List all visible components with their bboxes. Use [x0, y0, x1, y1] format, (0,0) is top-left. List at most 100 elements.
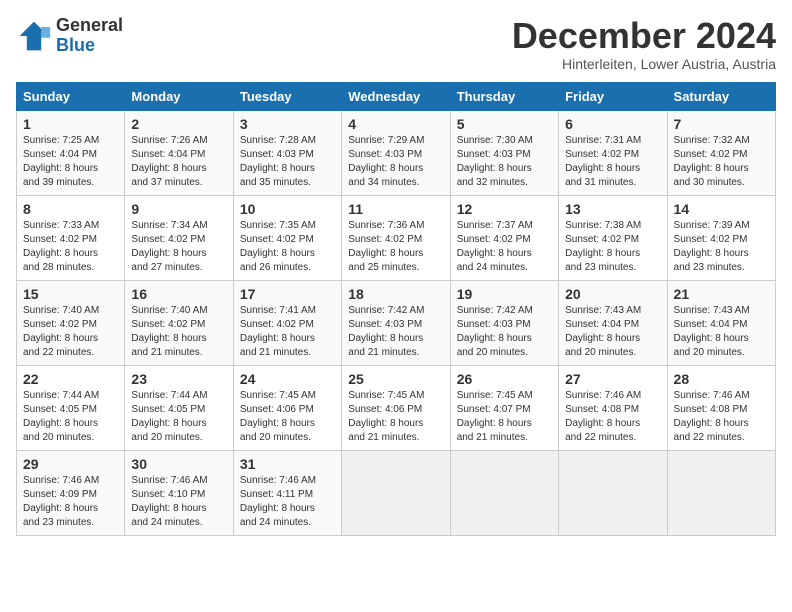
day-cell-28: 28 Sunrise: 7:46 AMSunset: 4:08 PMDayligh…	[667, 365, 775, 450]
cell-info: Sunrise: 7:46 AMSunset: 4:10 PMDaylight:…	[131, 475, 207, 528]
week-row-2: 8 Sunrise: 7:33 AMSunset: 4:02 PMDaylight…	[17, 195, 776, 280]
month-title: December 2024	[512, 16, 776, 56]
day-number: 6	[565, 116, 660, 132]
cell-info: Sunrise: 7:43 AMSunset: 4:04 PMDaylight:…	[565, 305, 641, 358]
day-number: 21	[674, 286, 769, 302]
empty-cell	[559, 450, 667, 535]
cell-info: Sunrise: 7:40 AMSunset: 4:02 PMDaylight:…	[23, 305, 99, 358]
day-cell-5: 5Sunrise: 7:30 AMSunset: 4:03 PMDaylight…	[450, 110, 558, 195]
cell-info: Sunrise: 7:46 AMSunset: 4:11 PMDaylight:…	[240, 475, 316, 528]
day-number: 27	[565, 371, 660, 387]
page-header: General Blue December 2024 Hinterleiten,…	[16, 16, 776, 72]
day-number: 13	[565, 201, 660, 217]
day-number: 9	[131, 201, 226, 217]
cell-info: Sunrise: 7:41 AMSunset: 4:02 PMDaylight:…	[240, 305, 316, 358]
cell-info: Sunrise: 7:45 AMSunset: 4:06 PMDaylight:…	[240, 390, 316, 443]
cell-info: Sunrise: 7:45 AMSunset: 4:06 PMDaylight:…	[348, 390, 424, 443]
cell-info: Sunrise: 7:43 AMSunset: 4:04 PMDaylight:…	[674, 305, 750, 358]
empty-cell	[450, 450, 558, 535]
day-cell-21: 21 Sunrise: 7:43 AMSunset: 4:04 PMDayligh…	[667, 280, 775, 365]
day-number: 29	[23, 456, 118, 472]
location: Hinterleiten, Lower Austria, Austria	[512, 56, 776, 72]
day-number: 11	[348, 201, 443, 217]
cell-info: Sunrise: 7:33 AMSunset: 4:02 PMDaylight:…	[23, 220, 99, 273]
day-cell-1: 1 Sunrise: 7:25 AMSunset: 4:04 PMDaylight…	[17, 110, 125, 195]
day-number: 4	[348, 116, 443, 132]
day-cell-12: 12 Sunrise: 7:37 AMSunset: 4:02 PMDayligh…	[450, 195, 558, 280]
cell-info: Sunrise: 7:29 AMSunset: 4:03 PMDaylight:…	[348, 135, 424, 188]
day-cell-19: 19 Sunrise: 7:42 AMSunset: 4:03 PMDayligh…	[450, 280, 558, 365]
day-number: 12	[457, 201, 552, 217]
day-cell-2: 2Sunrise: 7:26 AMSunset: 4:04 PMDaylight…	[125, 110, 233, 195]
day-cell-27: 27 Sunrise: 7:46 AMSunset: 4:08 PMDayligh…	[559, 365, 667, 450]
day-header-tuesday: Tuesday	[233, 82, 341, 110]
title-block: December 2024 Hinterleiten, Lower Austri…	[512, 16, 776, 72]
day-cell-4: 4 Sunrise: 7:29 AMSunset: 4:03 PMDaylight…	[342, 110, 450, 195]
cell-info: Sunrise: 7:36 AMSunset: 4:02 PMDaylight:…	[348, 220, 424, 273]
day-number: 19	[457, 286, 552, 302]
calendar-table: SundayMondayTuesdayWednesdayThursdayFrid…	[16, 82, 776, 536]
day-number: 26	[457, 371, 552, 387]
day-number: 1	[23, 116, 118, 132]
day-header-saturday: Saturday	[667, 82, 775, 110]
day-cell-30: 30 Sunrise: 7:46 AMSunset: 4:10 PMDayligh…	[125, 450, 233, 535]
cell-info: Sunrise: 7:39 AMSunset: 4:02 PMDaylight:…	[674, 220, 750, 273]
cell-info: Sunrise: 7:32 AMSunset: 4:02 PMDaylight:…	[674, 135, 750, 188]
cell-info: Sunrise: 7:34 AMSunset: 4:02 PMDaylight:…	[131, 220, 207, 273]
day-number: 22	[23, 371, 118, 387]
day-cell-23: 23Sunrise: 7:44 AMSunset: 4:05 PMDayligh…	[125, 365, 233, 450]
cell-info: Sunrise: 7:28 AMSunset: 4:03 PMDaylight:…	[240, 135, 316, 188]
day-cell-11: 11 Sunrise: 7:36 AMSunset: 4:02 PMDayligh…	[342, 195, 450, 280]
cell-info: Sunrise: 7:45 AMSunset: 4:07 PMDaylight:…	[457, 390, 533, 443]
day-header-thursday: Thursday	[450, 82, 558, 110]
cell-info: Sunrise: 7:35 AMSunset: 4:02 PMDaylight:…	[240, 220, 316, 273]
day-cell-7: 7 Sunrise: 7:32 AMSunset: 4:02 PMDaylight…	[667, 110, 775, 195]
cell-info: Sunrise: 7:30 AMSunset: 4:03 PMDaylight:…	[457, 135, 533, 188]
cell-info: Sunrise: 7:42 AMSunset: 4:03 PMDaylight:…	[348, 305, 424, 358]
day-cell-24: 24 Sunrise: 7:45 AMSunset: 4:06 PMDayligh…	[233, 365, 341, 450]
day-cell-6: 6 Sunrise: 7:31 AMSunset: 4:02 PMDaylight…	[559, 110, 667, 195]
day-cell-8: 8 Sunrise: 7:33 AMSunset: 4:02 PMDaylight…	[17, 195, 125, 280]
cell-info: Sunrise: 7:38 AMSunset: 4:02 PMDaylight:…	[565, 220, 641, 273]
cell-info: Sunrise: 7:26 AMSunset: 4:04 PMDaylight:…	[131, 135, 207, 188]
cell-info: Sunrise: 7:46 AMSunset: 4:08 PMDaylight:…	[674, 390, 750, 443]
cell-info: Sunrise: 7:42 AMSunset: 4:03 PMDaylight:…	[457, 305, 533, 358]
day-number: 8	[23, 201, 118, 217]
day-number: 28	[674, 371, 769, 387]
day-number: 20	[565, 286, 660, 302]
day-number: 25	[348, 371, 443, 387]
day-number: 30	[131, 456, 226, 472]
day-cell-20: 20 Sunrise: 7:43 AMSunset: 4:04 PMDayligh…	[559, 280, 667, 365]
day-cell-26: 26 Sunrise: 7:45 AMSunset: 4:07 PMDayligh…	[450, 365, 558, 450]
week-row-5: 29Sunrise: 7:46 AMSunset: 4:09 PMDayligh…	[17, 450, 776, 535]
logo: General Blue	[16, 16, 123, 56]
header-row: SundayMondayTuesdayWednesdayThursdayFrid…	[17, 82, 776, 110]
cell-info: Sunrise: 7:31 AMSunset: 4:02 PMDaylight:…	[565, 135, 641, 188]
day-header-sunday: Sunday	[17, 82, 125, 110]
cell-info: Sunrise: 7:25 AMSunset: 4:04 PMDaylight:…	[23, 135, 99, 188]
day-cell-13: 13 Sunrise: 7:38 AMSunset: 4:02 PMDayligh…	[559, 195, 667, 280]
day-number: 10	[240, 201, 335, 217]
day-number: 23	[131, 371, 226, 387]
day-cell-3: 3 Sunrise: 7:28 AMSunset: 4:03 PMDaylight…	[233, 110, 341, 195]
empty-cell	[667, 450, 775, 535]
day-number: 3	[240, 116, 335, 132]
day-cell-10: 10 Sunrise: 7:35 AMSunset: 4:02 PMDayligh…	[233, 195, 341, 280]
day-cell-31: 31 Sunrise: 7:46 AMSunset: 4:11 PMDayligh…	[233, 450, 341, 535]
day-number: 7	[674, 116, 769, 132]
cell-info: Sunrise: 7:44 AMSunset: 4:05 PMDaylight:…	[23, 390, 99, 443]
cell-info: Sunrise: 7:46 AMSunset: 4:08 PMDaylight:…	[565, 390, 641, 443]
logo-icon	[16, 18, 52, 54]
logo-line2: Blue	[56, 36, 123, 56]
day-cell-9: 9 Sunrise: 7:34 AMSunset: 4:02 PMDaylight…	[125, 195, 233, 280]
week-row-4: 22 Sunrise: 7:44 AMSunset: 4:05 PMDayligh…	[17, 365, 776, 450]
day-header-wednesday: Wednesday	[342, 82, 450, 110]
day-number: 18	[348, 286, 443, 302]
day-header-monday: Monday	[125, 82, 233, 110]
day-number: 24	[240, 371, 335, 387]
cell-info: Sunrise: 7:37 AMSunset: 4:02 PMDaylight:…	[457, 220, 533, 273]
day-number: 17	[240, 286, 335, 302]
day-header-friday: Friday	[559, 82, 667, 110]
day-cell-14: 14Sunrise: 7:39 AMSunset: 4:02 PMDayligh…	[667, 195, 775, 280]
day-number: 31	[240, 456, 335, 472]
